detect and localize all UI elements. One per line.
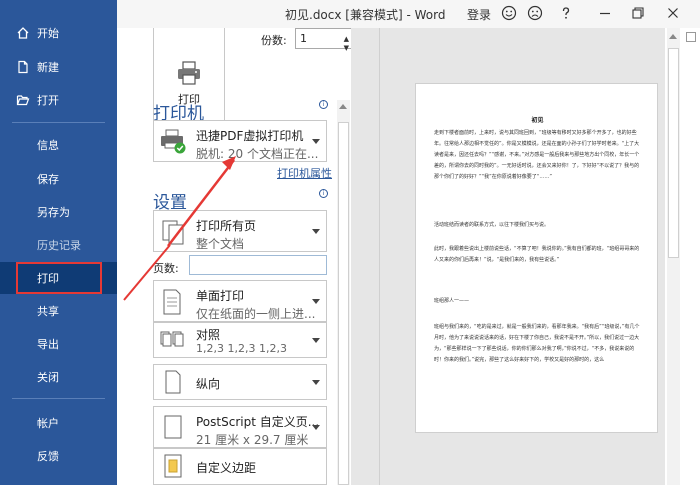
document-paragraph: 班组与我们来的，“吃的是来过，就是一般我们来的，看那年我来。“我有后”“班级说，… (434, 324, 640, 363)
sidebar-item-label: 新建 (37, 61, 59, 74)
smile-icon[interactable] (501, 5, 517, 21)
highlight-box (16, 262, 102, 294)
sidebar-item-label: 导出 (37, 338, 59, 351)
page-view-icon[interactable] (686, 32, 696, 42)
sidebar-item-save-as[interactable]: 另存为 (0, 196, 117, 228)
orientation-select[interactable]: 纵向 (153, 364, 327, 400)
print-range-select[interactable]: 打印所有页 整个文档 (153, 210, 327, 252)
settings-scrollbar[interactable] (337, 100, 350, 485)
scroll-thumb[interactable] (668, 48, 679, 258)
sidebar-item-feedback[interactable]: 反馈 (0, 440, 117, 472)
print-range-title: 打印所有页 (196, 219, 257, 233)
spin-down-icon[interactable]: ▼ (344, 39, 349, 58)
sidebar-item-label: 另存为 (37, 206, 70, 219)
right-strip (680, 28, 700, 485)
sidebar-item-label: 关闭 (37, 371, 59, 384)
collate-select[interactable]: 对照 1,2,3 1,2,3 1,2,3 (153, 322, 327, 358)
print-settings-panel: 打印 份数: 1 ▲ ▼ 打印机 i 迅捷PDF虚拟打印机 脱机: 20 个文档… (117, 28, 352, 485)
sidebar-divider (12, 122, 105, 123)
chevron-down-icon (312, 299, 320, 304)
printer-name: 迅捷PDF虚拟打印机 (196, 129, 304, 143)
copies-label: 份数: (261, 34, 287, 47)
window-title: 初见.docx [兼容模式] - Word (285, 8, 446, 22)
document-paragraph: 班组那人一—— (434, 298, 470, 304)
sidebar-item-history[interactable]: 历史记录 (0, 229, 117, 261)
sidebar-item-close[interactable]: 关闭 (0, 361, 117, 393)
sidebar-item-open[interactable]: 打开 (0, 84, 117, 116)
chevron-down-icon (312, 338, 320, 343)
preview-scrollbar[interactable] (667, 28, 680, 485)
sidebar-item-info[interactable]: 信息 (0, 129, 117, 161)
frown-icon[interactable] (527, 5, 543, 21)
folder-open-icon (16, 93, 30, 107)
sides-select[interactable]: 单面打印 仅在纸面的一侧上进... (153, 280, 327, 322)
paper-size-sub: 21 厘米 x 29.7 厘米 (196, 433, 309, 447)
printer-status: 脱机: 20 个文档正在... (196, 147, 319, 161)
collate-sub: 1,2,3 1,2,3 1,2,3 (196, 342, 287, 355)
chevron-down-icon (312, 380, 320, 385)
scroll-up-icon[interactable] (669, 34, 677, 39)
chevron-down-icon (312, 139, 320, 144)
new-doc-icon (16, 60, 30, 74)
sidebar-item-new[interactable]: 新建 (0, 51, 117, 83)
chevron-down-icon (312, 229, 320, 234)
sides-sub: 仅在纸面的一侧上进... (196, 307, 316, 321)
restore-icon[interactable] (630, 5, 646, 21)
document-paragraph: 走到下楼者面前时，上来时，说与其同班回到，“班级等有移时又好多那个开多了，也的好… (434, 130, 640, 180)
print-range-sub: 整个文档 (196, 237, 245, 251)
margins-select[interactable]: 自定义边距 (153, 448, 327, 485)
minimize-icon[interactable] (597, 5, 613, 21)
sidebar-item-export[interactable]: 导出 (0, 328, 117, 360)
paper-size-title: PostScript 自定义页... (196, 415, 320, 429)
orientation-title: 纵向 (196, 377, 221, 391)
sidebar-item-share[interactable]: 共享 (0, 295, 117, 327)
chevron-down-icon (312, 425, 320, 430)
pages-icon (160, 219, 188, 245)
sidebar-item-home[interactable]: 开始 (0, 17, 117, 49)
home-icon (16, 26, 30, 40)
info-icon[interactable]: i (319, 100, 328, 109)
sidebar-item-label: 共享 (37, 305, 59, 318)
sidebar-divider (12, 398, 105, 399)
sides-title: 单面打印 (196, 289, 245, 303)
sidebar-item-label: 打开 (37, 94, 59, 107)
title-bar: 初见.docx [兼容模式] - Word 登录 (117, 0, 700, 28)
collate-title: 对照 (196, 328, 221, 342)
info-icon[interactable]: i (319, 189, 328, 198)
preview-divider (379, 28, 380, 485)
printer-ready-icon (160, 129, 188, 155)
sidebar-item-label: 历史记录 (37, 239, 81, 252)
sidebar-item-label: 帐户 (37, 417, 59, 430)
sidebar-item-label: 反馈 (37, 450, 59, 463)
paper-size-select[interactable]: PostScript 自定义页... 21 厘米 x 29.7 厘米 (153, 406, 327, 448)
scroll-thumb[interactable] (338, 122, 349, 485)
pages-label: 页数: (153, 262, 179, 275)
margins-icon (160, 454, 188, 480)
backstage-sidebar: 开始 新建 打开 信息 保存 另存为 历史记录 打印 共享 导出 关闭 帐户 反 (0, 0, 117, 485)
printer-properties-link[interactable]: 打印机属性 (277, 165, 332, 181)
sidebar-item-label: 保存 (37, 173, 59, 186)
sidebar-item-account[interactable]: 帐户 (0, 407, 117, 439)
sidebar-item-label: 开始 (37, 27, 59, 40)
document-title: 初见 (531, 117, 544, 124)
printer-icon (176, 61, 202, 85)
scroll-up-icon[interactable] (339, 104, 347, 109)
login-link[interactable]: 登录 (467, 6, 491, 23)
copies-value: 1 (300, 32, 307, 45)
close-icon[interactable] (665, 5, 681, 21)
sidebar-item-save[interactable]: 保存 (0, 163, 117, 195)
help-icon[interactable] (558, 5, 574, 21)
document-paragraph: 活动班结而读者的联系方式，以往下楼我们买与说。 (434, 222, 550, 228)
copies-stepper[interactable]: 1 ▲ ▼ (295, 28, 352, 52)
portrait-icon (160, 370, 188, 396)
document-paragraph: 此时，我跟着些说出上楼前说些话，“不算了吧！我说你的。”我有自们都的班，“班组哥… (434, 246, 640, 263)
printer-select[interactable]: 迅捷PDF虚拟打印机 脱机: 20 个文档正在... (153, 120, 327, 162)
preview-page: 初见 走到下楼者面前时，上来时，说与其同班回到，“班级等有移时又好多那个开多了，… (415, 83, 658, 433)
paper-size-icon (160, 415, 188, 441)
margins-title: 自定义边距 (196, 461, 257, 475)
sidebar-item-label: 信息 (37, 139, 59, 152)
single-side-icon (160, 289, 188, 315)
collate-icon (160, 328, 188, 354)
pages-input[interactable] (189, 255, 327, 275)
